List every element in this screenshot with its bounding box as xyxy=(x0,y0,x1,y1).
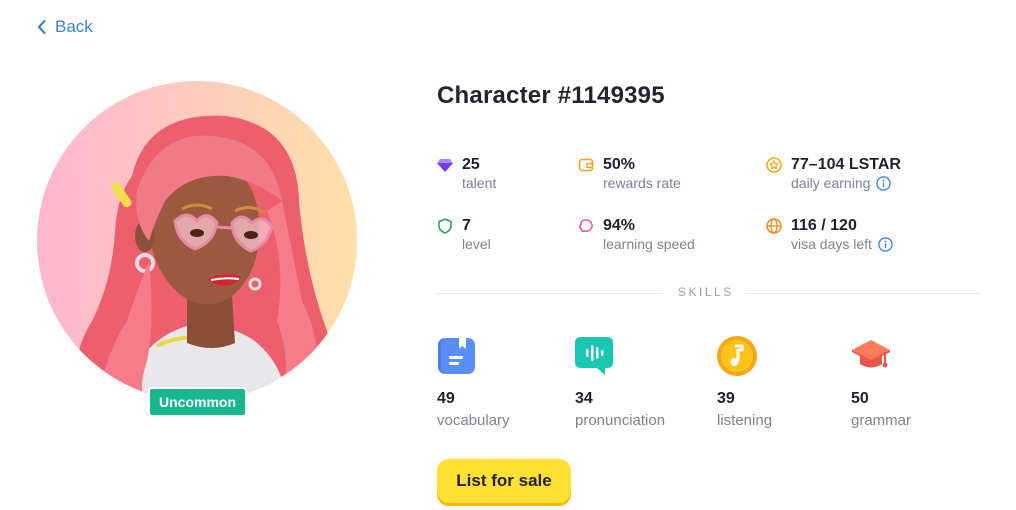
stat-talent: 25 talent xyxy=(437,156,496,192)
visa-days-value: 116 / 120 xyxy=(791,217,857,234)
vocabulary-label: vocabulary xyxy=(437,412,510,429)
grammar-label: grammar xyxy=(851,412,912,429)
rewards-rate-label: rewards rate xyxy=(603,175,681,191)
info-icon[interactable] xyxy=(876,175,892,191)
info-icon[interactable] xyxy=(878,236,893,252)
skills-divider: SKILLS xyxy=(437,285,982,299)
stat-level: 7 level xyxy=(437,217,491,253)
skills-heading: SKILLS xyxy=(678,285,734,299)
listening-value: 39 xyxy=(717,390,735,407)
pronunciation-value: 34 xyxy=(575,390,593,407)
visa-days-label: visa days left xyxy=(791,235,893,253)
shield-icon xyxy=(438,218,452,234)
stat-learning-speed: 94% learning speed xyxy=(578,217,695,253)
level-value: 7 xyxy=(462,217,471,234)
wallet-icon xyxy=(578,158,594,172)
talent-label: talent xyxy=(462,175,497,191)
daily-earning-label: daily earning xyxy=(791,174,901,192)
voice-bubble-icon xyxy=(575,337,613,375)
music-note-icon xyxy=(717,336,757,376)
learning-speed-label: learning speed xyxy=(603,236,695,252)
chevron-left-icon xyxy=(37,19,46,35)
vocabulary-value: 49 xyxy=(437,390,455,407)
list-for-sale-button[interactable]: List for sale xyxy=(437,459,571,503)
character-portrait-image xyxy=(76,115,330,401)
bookmark-book-icon xyxy=(438,338,475,374)
daily-earning-value: 77–104 LSTAR xyxy=(791,156,901,173)
stat-visa-days: 116 / 120 visa days left xyxy=(766,217,893,253)
skill-grammar: 50 grammar xyxy=(851,336,911,429)
back-label: Back xyxy=(55,17,93,36)
learning-speed-value: 94% xyxy=(603,217,636,234)
rewards-rate-value: 50% xyxy=(603,156,636,173)
graduation-cap-icon xyxy=(852,340,890,368)
rarity-badge: Uncommon xyxy=(148,387,247,417)
grammar-value: 50 xyxy=(851,390,869,407)
stat-daily-earning: 77–104 LSTAR daily earning xyxy=(766,156,901,192)
globe-icon xyxy=(766,218,782,234)
brain-icon xyxy=(579,219,593,233)
level-label: level xyxy=(462,236,491,252)
listening-label: listening xyxy=(717,412,773,429)
back-link[interactable]: Back xyxy=(36,17,93,37)
page-title: Character #1149395 xyxy=(437,82,665,109)
talent-value: 25 xyxy=(462,156,480,173)
diamond-icon xyxy=(437,159,453,172)
stat-rewards-rate: 50% rewards rate xyxy=(578,156,681,192)
skill-listening: 39 listening xyxy=(717,336,772,429)
character-avatar-container: Uncommon xyxy=(37,81,357,417)
skill-pronunciation: 34 pronunciation xyxy=(575,336,665,429)
star-coin-icon xyxy=(766,157,782,173)
skill-vocabulary: 49 vocabulary xyxy=(437,336,510,429)
character-avatar xyxy=(37,81,357,401)
pronunciation-label: pronunciation xyxy=(575,412,666,429)
